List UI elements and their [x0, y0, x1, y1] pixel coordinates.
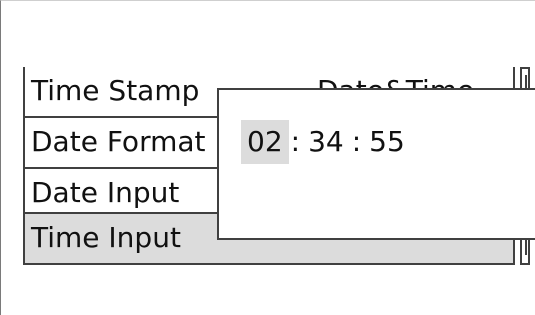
menu-item-label: Time Stamp: [31, 74, 200, 107]
seconds-field[interactable]: 55: [363, 120, 411, 164]
device-screen: Time Stamp Date&Time Date Format Date In…: [0, 0, 535, 315]
time-input-popup: 02 : 34 : 55: [217, 88, 535, 240]
time-fields: 02 : 34 : 55: [241, 120, 411, 164]
minutes-field[interactable]: 34: [302, 120, 350, 164]
menu-item-label: Date Input: [31, 176, 180, 209]
time-separator: :: [351, 125, 362, 158]
menu-item-label: Date Format: [31, 125, 206, 158]
menu-item-label: Time Input: [31, 221, 181, 254]
time-separator: :: [290, 125, 301, 158]
hours-field[interactable]: 02: [241, 120, 289, 164]
